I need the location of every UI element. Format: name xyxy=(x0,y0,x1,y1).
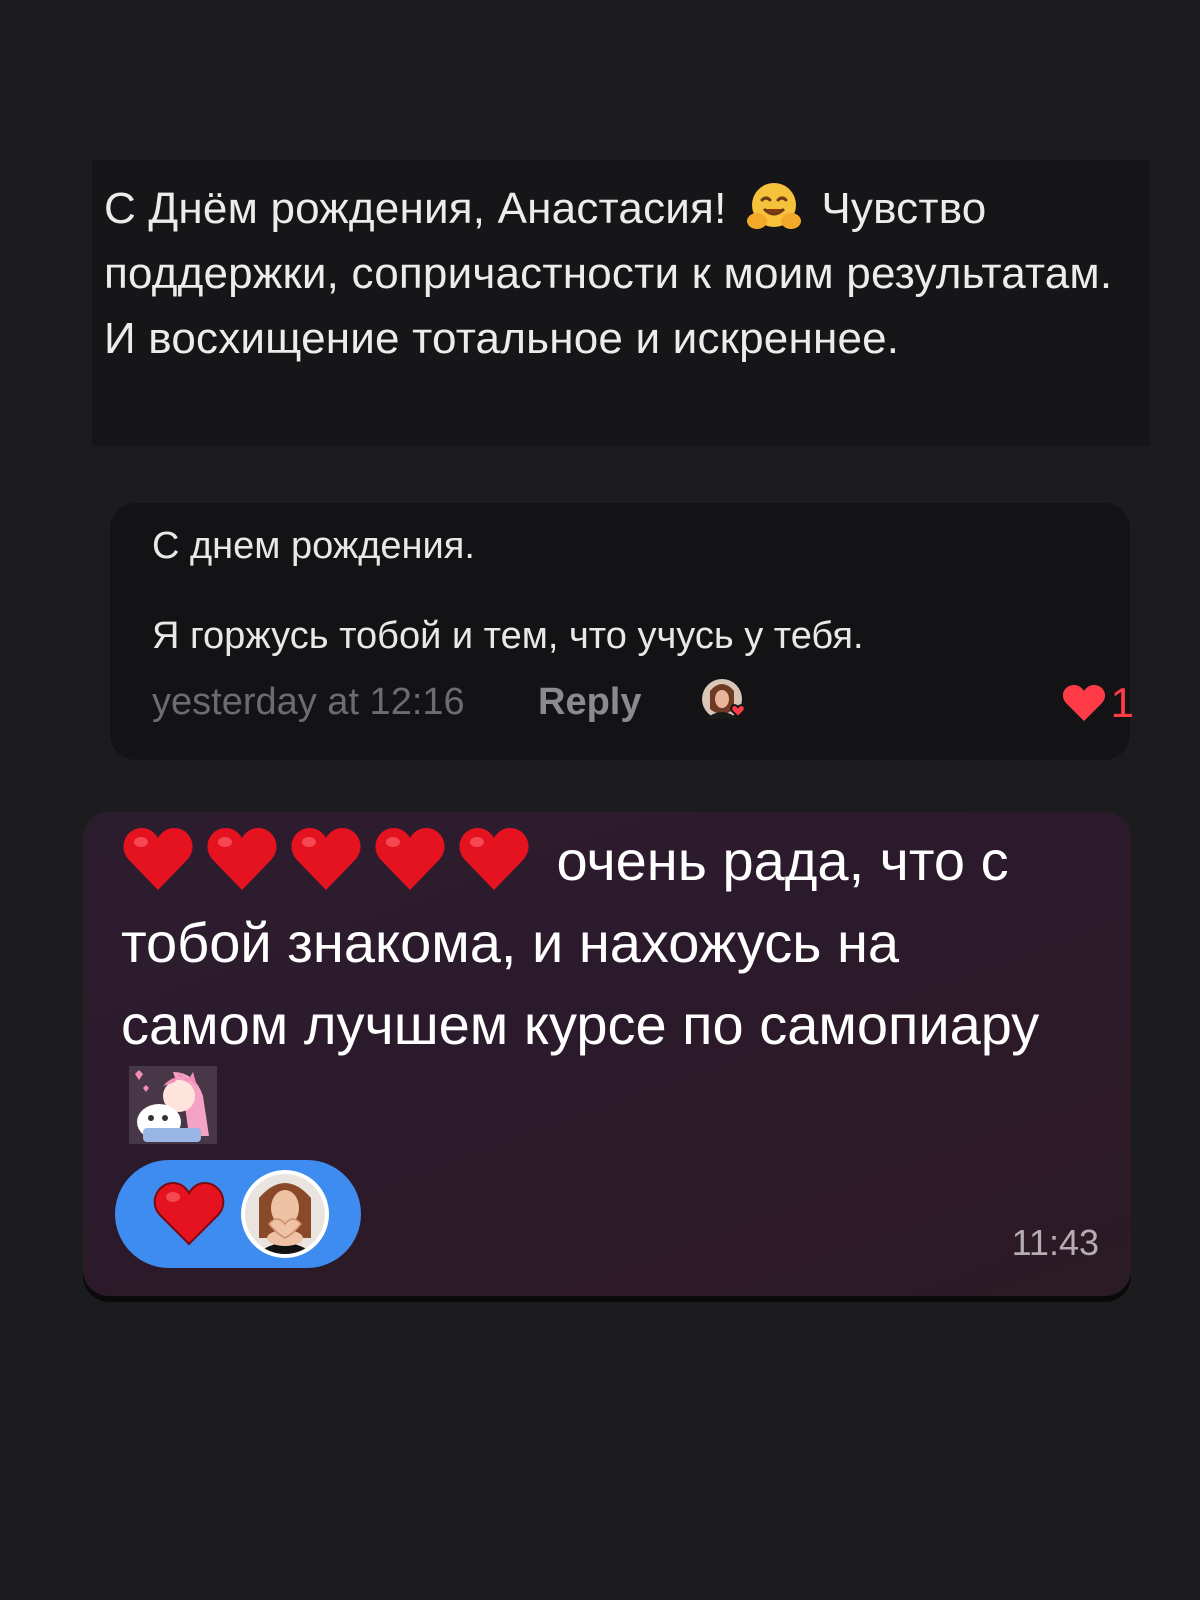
red-heart-emoji-icon xyxy=(375,828,445,890)
red-heart-reaction-icon xyxy=(153,1181,225,1246)
heart-icon xyxy=(1062,685,1105,721)
red-heart-emoji-icon xyxy=(291,828,361,890)
message-1-text: С Днём рождения, Анастасия! Чувство подд… xyxy=(104,176,1136,371)
avatar-with-heart-icon[interactable] xyxy=(700,677,750,727)
like-count: 1 xyxy=(1110,679,1134,726)
reaction-pill[interactable] xyxy=(115,1160,361,1268)
message-bubble-1[interactable]: С Днём рождения, Анастасия! Чувство подд… xyxy=(92,160,1150,446)
message-bubble-3[interactable]: очень рада, что с тобой знакома, и нахож… xyxy=(83,812,1131,1296)
user-avatar-icon xyxy=(241,1170,329,1258)
anime-girl-hug-sticker-icon xyxy=(129,1066,217,1144)
message-3-text-block: очень рада, что с тобой знакома, и нахож… xyxy=(121,820,1081,1150)
chat-page: С Днём рождения, Анастасия! Чувство подд… xyxy=(0,0,1200,1600)
message-1-text-start: С Днём рождения, Анастасия! xyxy=(104,184,739,233)
red-heart-emoji-icon xyxy=(123,828,193,890)
message-3-time: 11:43 xyxy=(1011,1222,1099,1263)
reply-button[interactable]: Reply xyxy=(538,681,641,724)
message-2-line-1: С днем рождения. xyxy=(152,525,475,567)
red-heart-emoji-icon xyxy=(459,828,529,890)
hugging-face-emoji-icon xyxy=(746,183,801,229)
message-2-meta: yesterday at 12:16 Reply 1 xyxy=(152,677,1134,729)
message-2-timestamp: yesterday at 12:16 xyxy=(152,681,465,723)
message-bubble-2[interactable]: С днем рождения. Я горжусь тобой и тем, … xyxy=(110,503,1134,760)
like-button[interactable]: 1 xyxy=(1061,679,1134,727)
message-2-line-2: Я горжусь тобой и тем, что учусь у тебя. xyxy=(152,615,864,657)
red-heart-emoji-icon xyxy=(207,828,277,890)
